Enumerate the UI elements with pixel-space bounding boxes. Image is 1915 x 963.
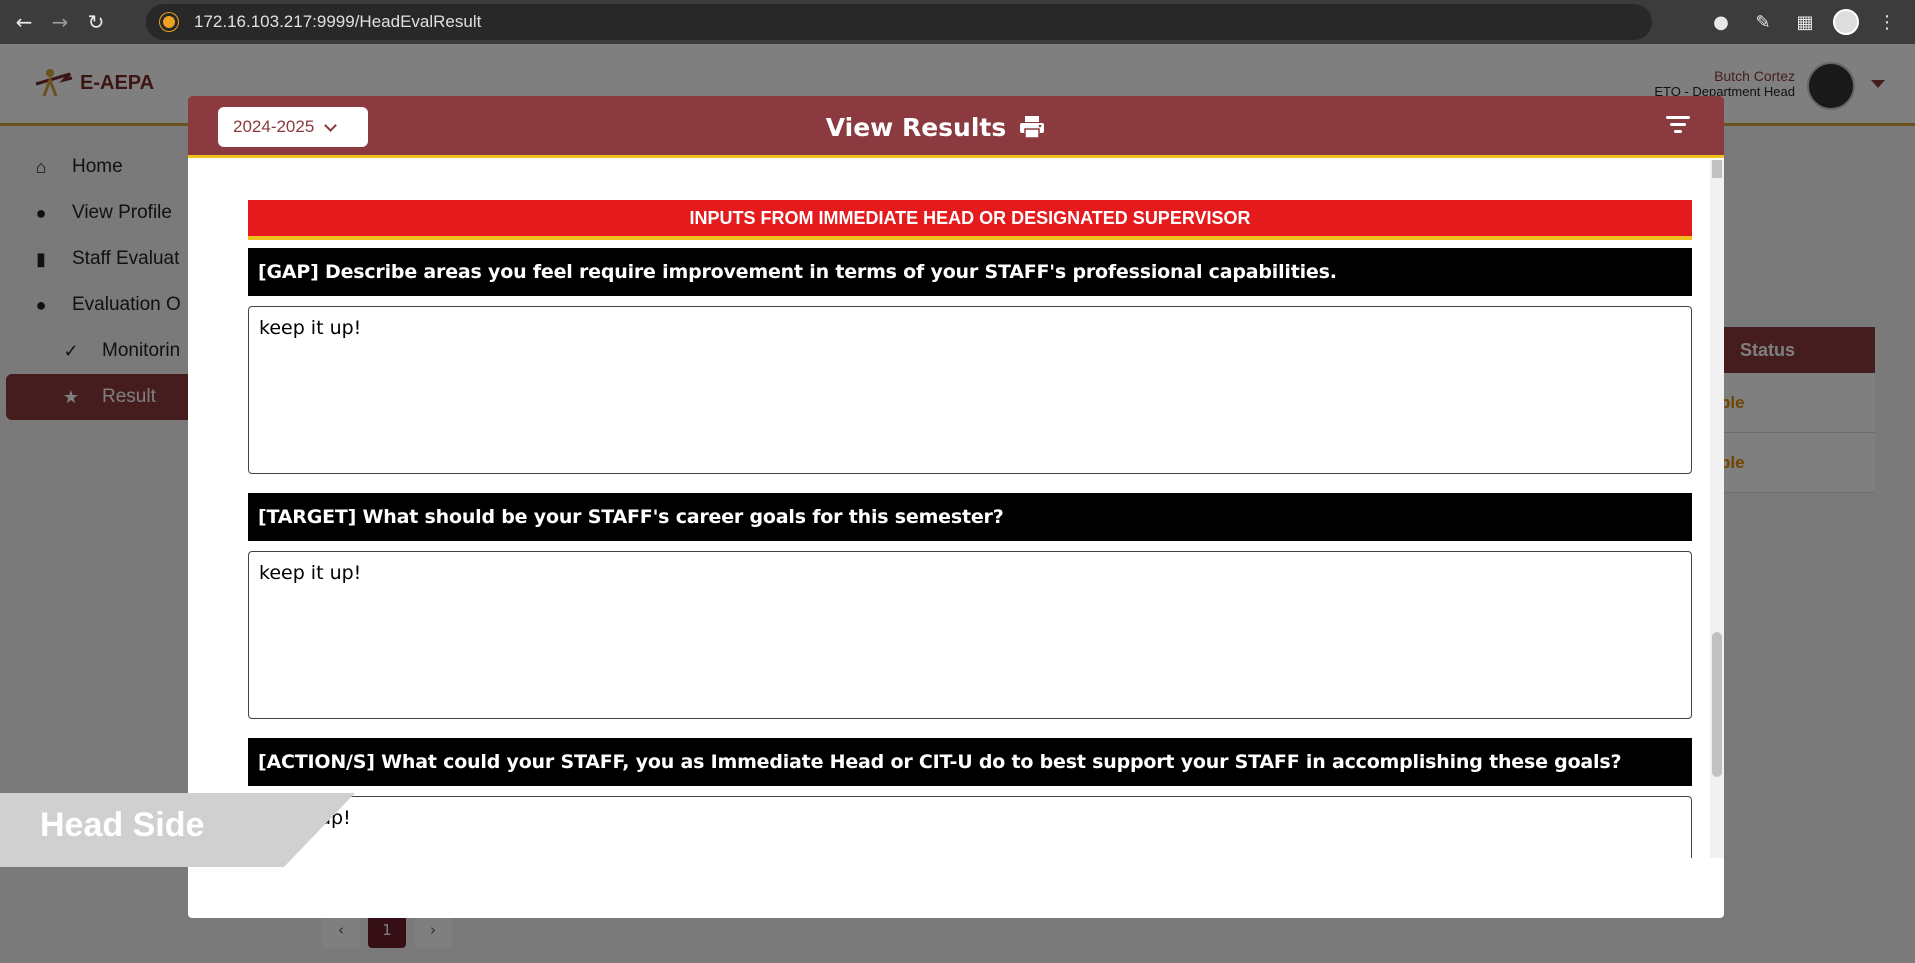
reload-icon[interactable]: ↻ [78, 4, 114, 40]
answer-target[interactable]: keep it up! [248, 551, 1692, 719]
eyedropper-icon[interactable]: ✎ [1749, 12, 1777, 33]
url-text: 172.16.103.217:9999/HeadEvalResult [194, 12, 482, 31]
question-target: [TARGET] What should be your STAFF's car… [248, 493, 1692, 541]
year-value: 2024-2025 [233, 117, 315, 136]
site-info-icon[interactable] [160, 13, 178, 31]
address-bar[interactable]: 172.16.103.217:9999/HeadEvalResult [146, 4, 1652, 40]
profile-icon[interactable] [1833, 9, 1859, 35]
modal-body[interactable]: INPUTS FROM IMMEDIATE HEAD OR DESIGNATED… [188, 158, 1724, 858]
scrollbar-arrow[interactable] [1712, 160, 1722, 178]
section-banner: INPUTS FROM IMMEDIATE HEAD OR DESIGNATED… [248, 200, 1692, 240]
modal-title: View Results [825, 112, 1007, 142]
browser-toolbar: ← → ↻ 172.16.103.217:9999/HeadEvalResult… [0, 0, 1915, 44]
extension-icon[interactable]: ● [1707, 12, 1735, 33]
print-icon[interactable] [1018, 115, 1046, 139]
scrollbar-thumb[interactable] [1712, 632, 1722, 777]
chevron-down-icon [324, 118, 338, 132]
back-icon[interactable]: ← [6, 4, 42, 40]
scrollbar[interactable] [1710, 160, 1724, 858]
answer-gap[interactable]: keep it up! [248, 306, 1692, 474]
puzzle-icon[interactable]: ▦ [1791, 12, 1819, 33]
question-action: [ACTION/S] What could your STAFF, you as… [248, 738, 1692, 786]
modal-title-wrap: View Results [188, 96, 1724, 158]
view-results-modal: View Results 2024-2025 INPUTS FROM IMMED… [188, 96, 1724, 918]
question-gap: [GAP] Describe areas you feel require im… [248, 248, 1692, 296]
modal-header: View Results 2024-2025 [188, 96, 1724, 158]
year-select[interactable]: 2024-2025 [218, 107, 368, 147]
head-side-label: Head Side [40, 806, 205, 844]
answer-action[interactable]: up! [248, 796, 1692, 858]
filter-icon[interactable] [1666, 116, 1690, 136]
menu-icon[interactable]: ⋮ [1873, 12, 1901, 33]
forward-icon[interactable]: → [42, 4, 78, 40]
browser-actions: ● ✎ ▦ ⋮ [1707, 0, 1915, 44]
